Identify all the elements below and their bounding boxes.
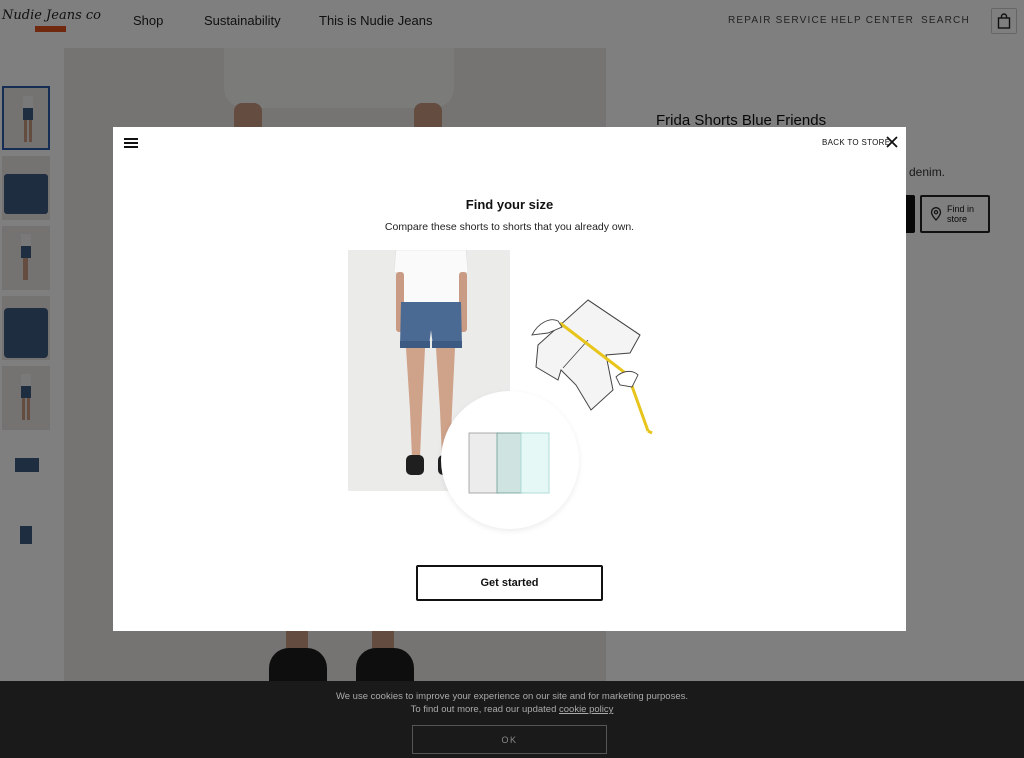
cookie-ok-button[interactable]: OK: [412, 725, 607, 754]
cookie-banner: We use cookies to improve your experienc…: [0, 681, 1024, 758]
cookie-policy-link[interactable]: cookie policy: [559, 704, 613, 715]
cookie-line-2-text: To find out more, read our updated: [410, 704, 557, 715]
cookie-line-2: To find out more, read our updated cooki…: [0, 703, 1024, 716]
modal-subtitle: Compare these shorts to shorts that you …: [384, 221, 635, 233]
hamburger-menu-icon[interactable]: [124, 138, 138, 148]
close-icon[interactable]: [885, 135, 899, 149]
cookie-line-1: We use cookies to improve your experienc…: [335, 691, 689, 702]
cookie-message: We use cookies to improve your experienc…: [0, 690, 1024, 716]
measuring-shorts-illustration: [531, 299, 653, 435]
get-started-button[interactable]: Get started: [416, 565, 603, 601]
modal-title: Find your size: [465, 197, 554, 212]
size-finder-modal: BACK TO STORE Find your size Compare the…: [113, 127, 906, 631]
back-to-store-link[interactable]: BACK TO STORE: [822, 138, 890, 147]
